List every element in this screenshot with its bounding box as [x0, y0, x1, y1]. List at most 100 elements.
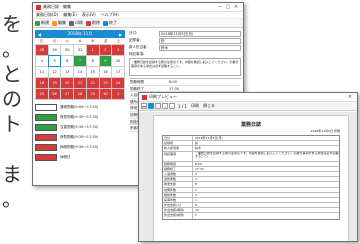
print-button[interactable]: 印刷 — [69, 20, 83, 26]
weekday-row: 日月火水木金土 — [35, 38, 125, 44]
done-button[interactable]: 終了 — [103, 20, 117, 26]
weekday-label: 月 — [52, 39, 57, 43]
report-label: 日付 — [163, 136, 193, 141]
calendar-day[interactable]: 30 — [61, 45, 74, 55]
report-date: 2018年11月5日 印刷 — [310, 129, 340, 133]
legend-item: 当直勤務(9:30〜17:30) — [35, 123, 125, 132]
calendar-day[interactable]: 29 — [48, 45, 61, 55]
calendar-day[interactable]: 28 — [74, 89, 86, 99]
calendar-grid: 28 29 30 31 1 2 3 4 5 6 7 8 9 10 11 12 13 14 15 16 17 18 19 20 2… — [35, 44, 125, 100]
report-table: 日付 2018年11月5日(月) 記録者鈴新人担当者 鈴木 特記事項 ・業務日誌を記録する… — [162, 135, 340, 220]
prev-page-icon[interactable]: ‹ — [162, 103, 168, 109]
report-value: 1 — [195, 197, 197, 202]
calendar-day[interactable]: 11 — [36, 67, 48, 77]
calendar-day[interactable]: 29 — [86, 89, 99, 99]
delete-button[interactable]: 削除 — [86, 20, 100, 26]
preview-title: 印刷プレビュー — [149, 94, 177, 99]
calendar-day[interactable]: 5 — [47, 55, 62, 67]
calendar-day[interactable]: 28 — [36, 45, 48, 55]
menu-item[interactable]: 業務日誌(D) — [36, 12, 58, 18]
report-value: 17:30 — [195, 166, 204, 171]
report-label: 相談件数 — [163, 192, 193, 197]
new-button[interactable]: 新規 — [35, 20, 49, 26]
calendar-day[interactable]: 19 — [48, 78, 61, 88]
calendar-day[interactable]: 1 — [86, 45, 99, 55]
minimize-icon[interactable]: − — [216, 3, 224, 11]
weekday-label: 金 — [103, 39, 108, 43]
date-row: 日付: 2018年11月5日(月) — [129, 30, 241, 37]
calendar-day[interactable]: 7 — [74, 56, 86, 66]
report-label: 排泄支援 — [163, 182, 193, 187]
shift-legend: 通常勤務(9:00〜17:30) 夜勤勤務(9:30〜17:30) 当直勤務(9:3… — [35, 103, 125, 162]
preview-window: 印刷プレビュー × ⏮ ‹ › 1 / 1 印刷 閉じる 業務日誌 2018年1… — [138, 92, 358, 242]
calendar-day[interactable]: 2 — [99, 45, 112, 55]
legend-item: 休暇日 — [35, 153, 125, 162]
weekday-label: 火 — [65, 39, 69, 43]
print-icon — [69, 20, 74, 26]
calendar-day[interactable]: 23 — [99, 78, 112, 88]
two-page-icon[interactable] — [155, 103, 161, 109]
calendar-day[interactable]: 27 — [61, 89, 74, 99]
report-label: 特記事項 — [163, 151, 193, 161]
calendar-day[interactable]: 13 — [61, 67, 74, 77]
menu-item[interactable]: ヘルプ(H) — [101, 12, 119, 18]
weekday-label: 木 — [91, 39, 95, 43]
menu-item[interactable]: 表示(V) — [82, 12, 96, 18]
edit-button[interactable]: 編集 — [52, 20, 66, 26]
side-text-line: の — [2, 87, 22, 111]
page-view-icon[interactable] — [148, 103, 154, 109]
date-field[interactable]: 2018年11月5日(月) — [159, 30, 241, 37]
maximize-icon[interactable]: □ — [224, 3, 232, 11]
calendar-day[interactable]: 25 — [36, 89, 48, 99]
calendar-day[interactable]: 18 — [36, 78, 48, 88]
row-value[interactable]: 17:30 — [167, 86, 241, 92]
calendar-day[interactable]: 4 — [36, 56, 48, 66]
calendar-day[interactable]: 15 — [86, 67, 99, 77]
calendar-day[interactable]: 21 — [74, 78, 86, 88]
table-row[interactable]: 勤務時間 8:00 — [129, 79, 241, 86]
menu-item[interactable]: 編集(E) — [63, 12, 77, 18]
charge-field[interactable]: 鈴木 — [159, 44, 241, 51]
calendar-day[interactable]: 30 — [99, 89, 112, 99]
report-value: 3 — [195, 192, 197, 197]
preview-close-button[interactable]: 閉じる — [203, 103, 215, 109]
calendar-day[interactable]: 26 — [48, 89, 61, 99]
prev-month-button[interactable]: ◀ — [38, 32, 41, 37]
calendar-day[interactable]: 12 — [48, 67, 61, 77]
report-value: 鈴木 — [195, 146, 202, 151]
calendar-header: ◀ 2018年 11月 ▶ — [35, 30, 125, 38]
calendar-day[interactable]: 3 — [112, 45, 124, 55]
report-row: 外出支援(場所) 1 — [163, 213, 339, 219]
calendar-day[interactable]: 1 — [112, 89, 124, 99]
calendar-day[interactable]: 31 — [74, 45, 86, 55]
legend-swatch — [35, 114, 57, 121]
legend-swatch — [35, 104, 57, 111]
side-text-line: 。 — [2, 37, 22, 61]
calendar-day[interactable]: 8 — [86, 56, 99, 66]
calendar-day[interactable]: 24 — [112, 78, 124, 88]
calendar-day[interactable]: 14 — [74, 67, 86, 77]
editor-titlebar: 業務日誌 - 編集 − □ × — [33, 3, 243, 12]
calendar-day[interactable]: 10 — [112, 56, 124, 66]
staff-field[interactable]: 鈴 — [159, 37, 241, 44]
preview-close-icon[interactable]: × — [346, 93, 354, 101]
close-icon[interactable]: × — [232, 3, 240, 11]
calendar-day[interactable]: 17 — [112, 67, 124, 77]
preview-print-button[interactable]: 印刷 — [191, 103, 199, 109]
row-value[interactable]: 8:00 — [167, 79, 241, 85]
calendar-day[interactable]: 6 — [61, 56, 74, 66]
report-label: 勤務時間 — [163, 161, 193, 166]
next-month-button[interactable]: ▶ — [119, 32, 122, 37]
preview-canvas[interactable]: 業務日誌 2018年11月5日 印刷 日付 2018年11月5日(月) 記録者鈴新人… — [139, 112, 357, 241]
new-icon — [35, 20, 40, 26]
calendar-day[interactable]: 9 — [99, 56, 112, 66]
calendar-day[interactable]: 22 — [86, 78, 99, 88]
memo-field[interactable]: ・業務日誌を記録する際の注意点です。内容を確認し記入してください。引継ぎ事項があ… — [129, 58, 241, 76]
calendar-day[interactable]: 16 — [99, 67, 112, 77]
next-page-icon[interactable]: › — [169, 103, 175, 109]
preview-page: 業務日誌 2018年11月5日 印刷 日付 2018年11月5日(月) 記録者鈴新人… — [153, 115, 349, 241]
calendar-day[interactable]: 20 — [61, 78, 74, 88]
weekday-label: 日 — [39, 39, 44, 43]
first-page-icon[interactable]: ⏮ — [141, 103, 147, 109]
background-article-text: を。とのトま。 — [2, 12, 22, 212]
